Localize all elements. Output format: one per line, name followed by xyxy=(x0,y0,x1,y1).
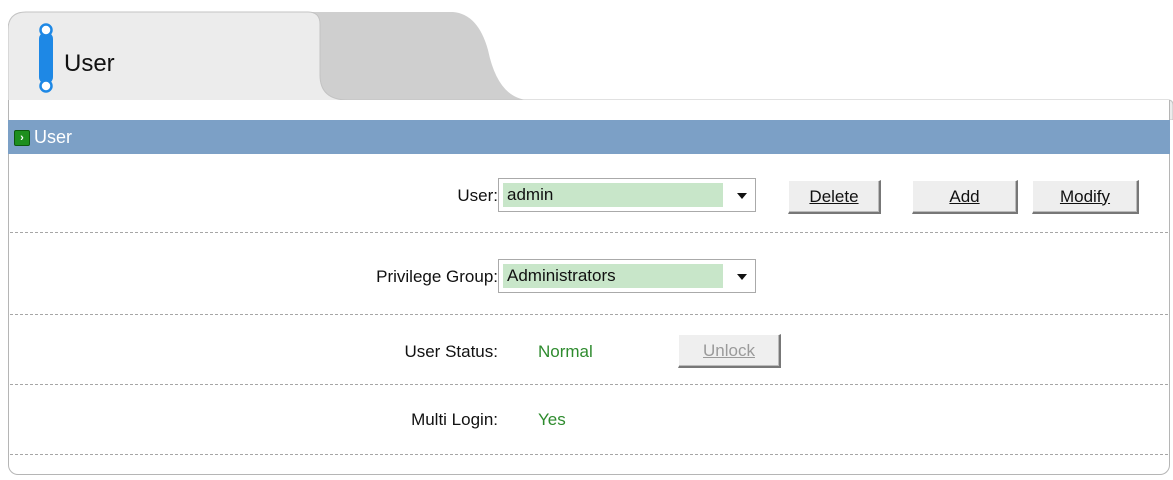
add-button[interactable]: Add xyxy=(912,180,1018,214)
row-divider xyxy=(10,384,1168,385)
multi-login-label: Multi Login: xyxy=(411,410,498,429)
row-divider xyxy=(10,232,1168,233)
user-select-value: admin xyxy=(503,183,723,207)
chevron-down-icon xyxy=(737,193,747,199)
user-status-value: Normal xyxy=(538,342,593,361)
section-title: User xyxy=(34,127,73,147)
user-select[interactable]: admin xyxy=(498,178,756,212)
delete-button-label: Delete xyxy=(809,186,859,206)
unlock-button-label: Unlock xyxy=(703,340,755,360)
privilege-group-select-value: Administrators xyxy=(503,264,723,288)
unlock-button[interactable]: Unlock xyxy=(678,334,781,368)
privilege-group-label: Privilege Group: xyxy=(376,267,498,286)
row-divider xyxy=(10,454,1168,455)
user-label: User: xyxy=(457,186,498,205)
modify-button-label: Modify xyxy=(1059,186,1111,206)
row-divider xyxy=(10,314,1168,315)
tab-user[interactable]: User xyxy=(64,50,115,78)
multi-login-value: Yes xyxy=(538,410,566,429)
chevron-down-icon xyxy=(737,274,747,280)
tab-user-icon xyxy=(39,23,53,93)
user-status-label: User Status: xyxy=(404,342,498,361)
delete-button[interactable]: Delete xyxy=(788,180,881,214)
modify-button[interactable]: Modify xyxy=(1032,180,1139,214)
section-header xyxy=(8,120,1170,154)
privilege-group-select[interactable]: Administrators xyxy=(498,259,756,293)
section-arrow-icon: › xyxy=(14,130,30,146)
add-button-label: Add xyxy=(949,186,980,206)
